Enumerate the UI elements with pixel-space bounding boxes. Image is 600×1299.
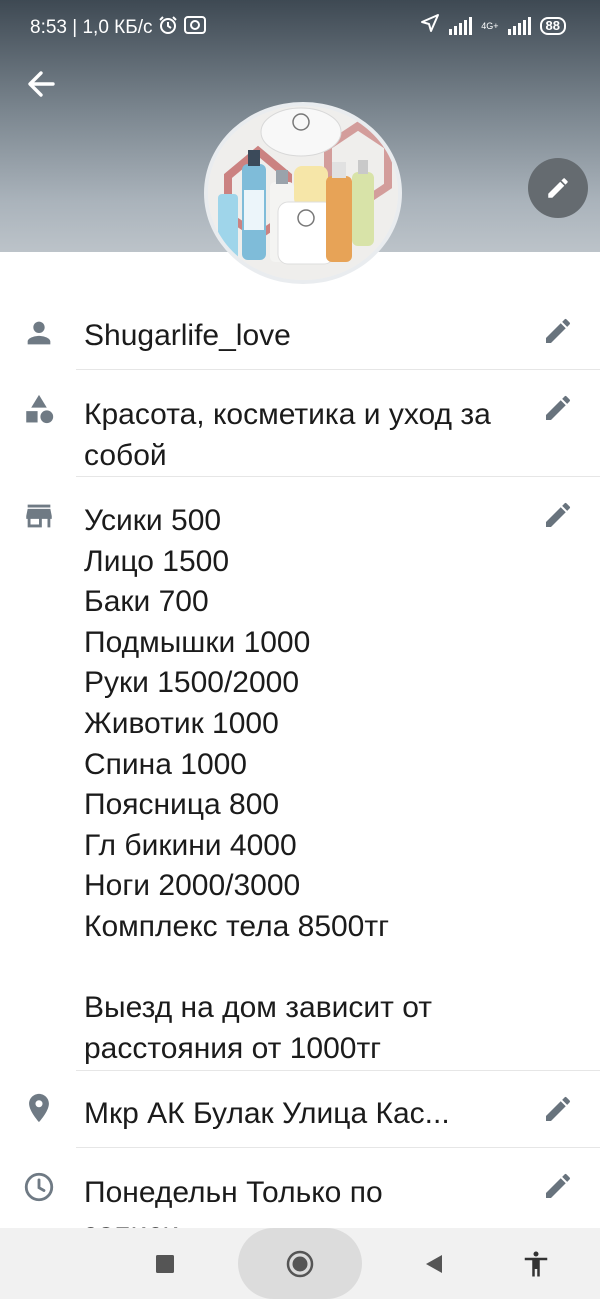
location-pin-icon — [22, 1091, 56, 1125]
name-row[interactable]: Shugarlife_love — [0, 300, 600, 370]
profile-address: Мкр АК Булак Улица Кас... — [84, 1097, 450, 1130]
address-row[interactable]: Мкр АК Булак Улица Кас... — [0, 1071, 600, 1148]
accessibility-icon — [524, 1251, 548, 1277]
home-circle-icon — [286, 1250, 314, 1278]
pencil-icon — [548, 178, 568, 198]
pencil-icon — [546, 1096, 571, 1121]
description-row[interactable]: Усики 500 Лицо 1500 Баки 700 Подмышки 10… — [0, 477, 600, 1070]
clock-icon — [22, 1170, 56, 1204]
shapes-icon — [22, 392, 56, 426]
back-button[interactable] — [22, 64, 62, 104]
edit-address-button[interactable] — [542, 1093, 574, 1125]
triangle-back-icon — [426, 1255, 442, 1273]
accessibility-button[interactable] — [520, 1248, 552, 1280]
product-photo — [208, 106, 398, 280]
battery-indicator: 88 — [539, 17, 566, 35]
screenshot-icon — [184, 15, 207, 41]
pencil-icon — [546, 502, 571, 527]
location-arrow-icon — [420, 13, 440, 39]
profile-category: Красота, косметика и уход за собой — [84, 398, 491, 472]
edit-photo-button[interactable] — [528, 158, 588, 218]
arrow-left-icon — [28, 71, 55, 97]
status-time: 8:53 | 1,0 КБ/с — [30, 17, 153, 38]
profile-name: Shugarlife_love — [84, 319, 291, 352]
pencil-icon — [546, 395, 571, 420]
network-type: 4G+ — [481, 20, 499, 31]
pencil-icon — [546, 318, 571, 343]
alarm-icon — [158, 15, 178, 41]
person-icon — [22, 316, 56, 350]
edit-description-button[interactable] — [542, 499, 574, 531]
system-nav-bar — [0, 1228, 600, 1299]
edit-name-button[interactable] — [542, 315, 574, 347]
category-row[interactable]: Красота, косметика и уход за собой — [0, 370, 600, 476]
edit-category-button[interactable] — [542, 392, 574, 424]
home-button[interactable] — [284, 1248, 316, 1280]
pencil-icon — [546, 1173, 571, 1198]
profile-description: Усики 500 Лицо 1500 Баки 700 Подмышки 10… — [84, 504, 433, 1065]
status-bar: 8:53 | 1,0 КБ/с 4G+ 88 — [0, 0, 600, 52]
recents-button[interactable] — [149, 1248, 181, 1280]
back-nav-button[interactable] — [418, 1248, 450, 1280]
signal-icon — [449, 17, 473, 35]
profile-hours: Понедельн Только по записи — [84, 1176, 383, 1228]
signal-icon-2 — [507, 17, 531, 35]
hours-row[interactable]: Понедельн Только по записи — [0, 1148, 600, 1228]
store-icon — [22, 499, 56, 533]
edit-hours-button[interactable] — [542, 1170, 574, 1202]
profile-avatar[interactable] — [204, 102, 402, 284]
square-icon — [156, 1255, 174, 1273]
